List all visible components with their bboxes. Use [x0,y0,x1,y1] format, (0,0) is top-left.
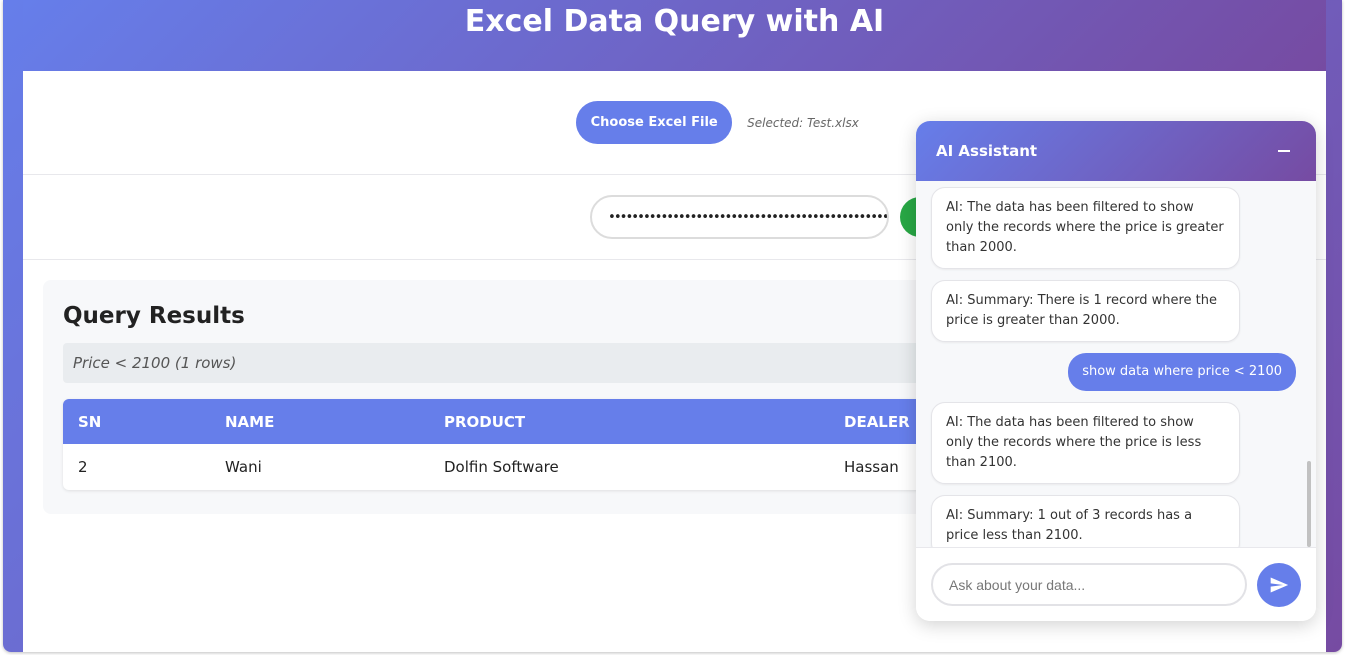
chat-footer: Ask about your data... [916,547,1316,621]
table-row: 2 Wani Dolfin Software Hassan [63,444,1023,490]
selected-file-label: Selected: Test.xlsx [747,115,859,130]
column-header-name: NAME [225,412,275,431]
cell-sn: 2 [78,458,88,476]
results-table: SN NAME PRODUCT DEALER 2 Wani Dolfin Sof… [63,399,1023,490]
chat-message-user: show data where price < 2100 [1068,353,1296,391]
ai-chat-widget: AI Assistant AI: The data has been filte… [916,121,1316,621]
chat-scrollbar[interactable] [1307,461,1311,547]
page-title: Excel Data Query with AI [464,4,885,39]
chat-message-ai: AI: Summary: There is 1 record where the… [931,280,1240,342]
results-heading: Query Results [63,303,245,329]
cell-name: Wani [225,458,262,476]
column-header-product: PRODUCT [444,412,526,431]
minimize-icon[interactable] [1278,150,1290,152]
chat-message-ai: AI: Summary: 1 out of 3 records has a pr… [931,495,1240,547]
query-results-panel: Query Results Price < 2100 (1 rows) SN N… [43,280,1043,514]
chat-message-ai: AI: The data has been filtered to show o… [931,187,1240,269]
chat-title: AI Assistant [936,142,1038,160]
send-icon [1270,577,1289,592]
table-header: SN NAME PRODUCT DEALER [63,399,1023,444]
query-description: Price < 2100 (1 rows) [63,343,1023,383]
column-header-sn: SN [78,412,102,431]
send-button[interactable] [1257,562,1301,607]
chat-input[interactable]: Ask about your data... [931,563,1247,606]
api-key-input[interactable]: ••••••••••••••••••••••••••••••••••••••••… [590,195,889,239]
chat-message-ai: AI: The data has been filtered to show o… [931,402,1240,484]
chat-messages[interactable]: AI: The data has been filtered to show o… [916,181,1316,547]
app-header: Excel Data Query with AI [23,0,1326,71]
choose-file-button[interactable]: Choose Excel File [576,101,733,144]
chat-header: AI Assistant [916,121,1316,181]
cell-product: Dolfin Software [444,458,559,476]
